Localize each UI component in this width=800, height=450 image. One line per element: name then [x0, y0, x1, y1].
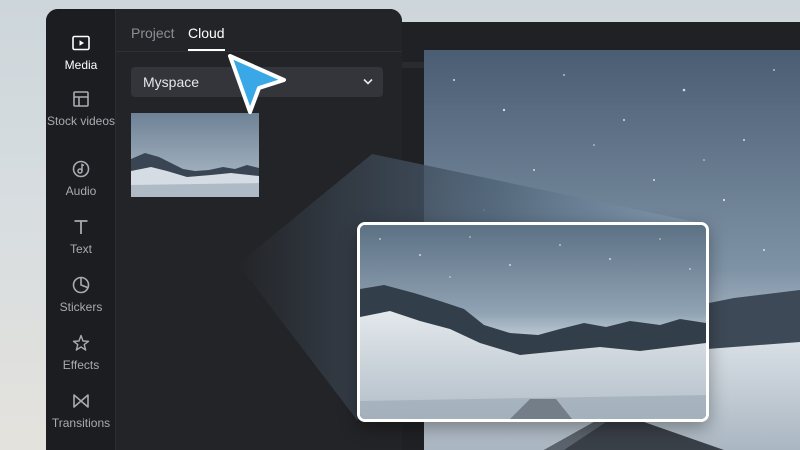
tab-project[interactable]: Project [131, 25, 175, 49]
bowtie-transition-icon [73, 394, 89, 408]
sidebar: Media Stock videos Audio Text Stickers E… [46, 9, 116, 450]
text-icon [74, 220, 88, 234]
sidebar-item-transitions[interactable]: Transitions [46, 391, 116, 430]
sidebar-item-label: Media [64, 58, 98, 72]
sidebar-item-label: Transitions [51, 416, 111, 430]
chevron-down-icon [363, 78, 373, 85]
sidebar-item-label: Audio [65, 184, 97, 198]
callout-scene-image [360, 225, 706, 419]
sidebar-item-label: Effects [62, 358, 100, 372]
sidebar-item-label: Text [69, 242, 92, 256]
layout-icon [73, 91, 89, 107]
sidebar-item-label: Stock videos [46, 114, 116, 128]
sparkle-star-icon [72, 334, 90, 351]
sidebar-item-media[interactable]: Media [46, 33, 116, 72]
sidebar-item-text[interactable]: Text [46, 217, 116, 256]
music-note-icon [72, 160, 90, 178]
space-select-value: Myspace [143, 74, 200, 90]
zoom-callout [357, 222, 709, 422]
sidebar-item-stock-videos[interactable]: Stock videos [46, 89, 116, 128]
tab-cloud[interactable]: Cloud [188, 25, 225, 51]
sticker-icon [72, 276, 90, 294]
play-icon [72, 35, 90, 51]
thumbnail-image [131, 113, 259, 197]
media-thumbnail[interactable] [131, 113, 259, 197]
media-panel: Media Stock videos Audio Text Stickers E… [46, 9, 402, 450]
sidebar-item-stickers[interactable]: Stickers [46, 275, 116, 314]
sidebar-item-label: Stickers [59, 300, 103, 314]
sidebar-item-effects[interactable]: Effects [46, 333, 116, 372]
sidebar-item-audio[interactable]: Audio [46, 159, 116, 198]
pointer-cursor-icon [228, 54, 286, 114]
